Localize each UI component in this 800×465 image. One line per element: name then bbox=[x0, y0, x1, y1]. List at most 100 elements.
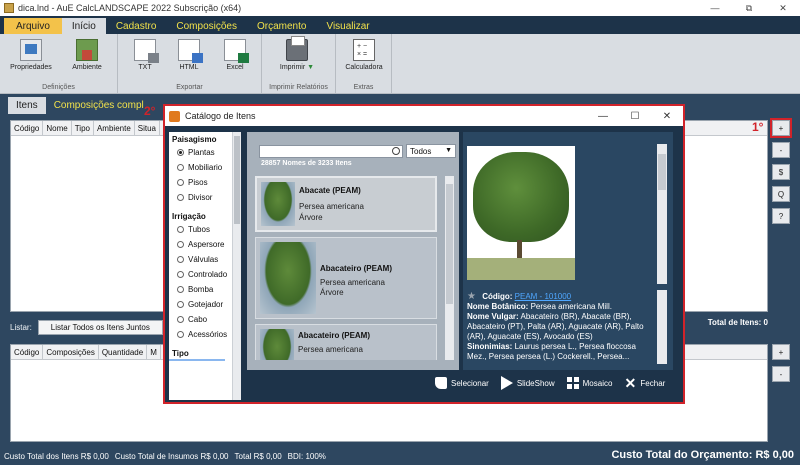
minimize-button[interactable]: — bbox=[698, 0, 732, 16]
radio-cabo[interactable]: Cabo bbox=[169, 312, 241, 327]
html-button[interactable]: HTML bbox=[166, 39, 212, 71]
chevron-down-icon: ▼ bbox=[445, 147, 452, 154]
tab-visualizar[interactable]: Visualizar bbox=[316, 18, 379, 34]
tab-composicoes[interactable]: Composições bbox=[166, 18, 247, 34]
radio-divisor[interactable]: Divisor bbox=[169, 190, 241, 205]
item-list-scrollbar[interactable] bbox=[445, 176, 454, 360]
add-item-button[interactable]: + bbox=[770, 118, 792, 138]
plant-thumbnail bbox=[260, 329, 294, 360]
plant-thumbnail bbox=[260, 242, 316, 314]
radio-icon bbox=[177, 164, 184, 171]
radio-icon bbox=[177, 271, 184, 278]
fechar-button[interactable]: ✕ Fechar bbox=[624, 376, 666, 390]
col-codigo[interactable]: Código bbox=[11, 345, 44, 359]
radio-acessorios[interactable]: Acessórios bbox=[169, 327, 241, 342]
add-composition-button[interactable]: + bbox=[772, 344, 790, 360]
category-scrollbar[interactable] bbox=[232, 132, 241, 400]
favorite-star-icon[interactable]: ★ bbox=[467, 292, 476, 302]
txt-button[interactable]: TXT bbox=[122, 39, 168, 71]
radio-gotejador[interactable]: Gotejador bbox=[169, 297, 241, 312]
list-item[interactable]: Abacate (PEAM) Persea americana Árvore bbox=[255, 176, 437, 232]
group-label: Exportar bbox=[176, 84, 203, 91]
imprimir-button[interactable]: Imprimir ▼ bbox=[274, 36, 320, 71]
close-button[interactable]: ✕ bbox=[766, 0, 800, 16]
category-panel: Paisagismo Plantas Mobiliario Pisos Divi… bbox=[169, 132, 241, 400]
photo-grass bbox=[467, 258, 575, 280]
mosaico-button[interactable]: Mosaico bbox=[566, 377, 612, 389]
radio-aspersores[interactable]: Aspersore bbox=[169, 237, 241, 252]
col-quantidade[interactable]: Quantidade bbox=[99, 345, 148, 359]
radio-valvulas[interactable]: Válvulas bbox=[169, 252, 241, 267]
scrollbar-thumb[interactable] bbox=[446, 184, 453, 304]
tab-arquivo[interactable]: Arquivo bbox=[4, 18, 62, 34]
annotation-step-2: 2° bbox=[144, 104, 156, 118]
item-list-panel: Todos ▼ 28857 Nomes de 3233 Itens Abacat… bbox=[247, 132, 459, 370]
status-inputs-total: Custo Total de Insumos R$ 0,00 bbox=[114, 451, 229, 461]
detail-scrollbar[interactable] bbox=[657, 290, 667, 364]
radio-icon bbox=[177, 179, 184, 186]
catalog-dialog: Catálogo de Itens — ☐ ✕ Paisagismo Plant… bbox=[163, 104, 685, 404]
help-button[interactable]: ? bbox=[772, 208, 790, 224]
radio-controlador[interactable]: Controlado bbox=[169, 267, 241, 282]
list-item[interactable]: Abacateiro (PEAM) Persea americana Árvor… bbox=[255, 237, 437, 319]
radio-bomba[interactable]: Bomba bbox=[169, 282, 241, 297]
tab-inicio[interactable]: Início bbox=[61, 18, 106, 34]
scrollbar-thumb[interactable] bbox=[234, 136, 240, 224]
selecionar-button[interactable]: Selecionar bbox=[435, 377, 489, 389]
radio-selected-icon bbox=[177, 149, 184, 156]
scrollbar-thumb[interactable] bbox=[658, 154, 666, 190]
codigo-link[interactable]: PEAM - 101000 bbox=[515, 292, 571, 301]
listar-todos-button[interactable]: Listar Todos os Itens Juntos bbox=[37, 319, 163, 335]
quantity-button[interactable]: Q bbox=[772, 186, 790, 202]
category-header-tipo: Tipo bbox=[169, 346, 225, 361]
search-input[interactable] bbox=[259, 144, 403, 158]
dropdown-arrow-icon[interactable]: ▼ bbox=[307, 64, 314, 71]
category-header-irrigacao: Irrigação bbox=[172, 212, 206, 221]
col-ambiente[interactable]: Ambiente bbox=[94, 121, 135, 135]
col-composicoes[interactable]: Composições bbox=[43, 345, 99, 359]
dialog-title: Catálogo de Itens bbox=[185, 111, 256, 121]
tab-itens[interactable]: Itens bbox=[8, 97, 46, 114]
html-file-icon bbox=[178, 39, 203, 63]
radio-pisos[interactable]: Pisos bbox=[169, 175, 241, 190]
tab-cadastro[interactable]: Cadastro bbox=[106, 18, 167, 34]
radio-tubos[interactable]: Tubos bbox=[169, 222, 241, 237]
restore-button[interactable]: ⧉ bbox=[732, 0, 766, 16]
price-button[interactable]: $ bbox=[772, 164, 790, 180]
tab-composicoes-completas[interactable]: Composições compl bbox=[46, 97, 152, 114]
plant-photo bbox=[467, 146, 575, 280]
side-buttons-top: + - $ Q ? bbox=[770, 118, 792, 230]
calculadora-button[interactable]: Calculadora bbox=[341, 39, 387, 71]
tab-orcamento[interactable]: Orçamento bbox=[247, 18, 316, 34]
item-count: 28857 Nomes de 3233 Itens bbox=[261, 160, 352, 167]
photo-scrollbar[interactable] bbox=[657, 144, 667, 284]
col-codigo[interactable]: Código bbox=[11, 121, 44, 135]
dialog-maximize-button[interactable]: ☐ bbox=[619, 108, 651, 124]
ambiente-button[interactable]: Ambiente bbox=[64, 39, 110, 71]
dialog-minimize-button[interactable]: — bbox=[587, 108, 619, 124]
printer-icon bbox=[286, 36, 308, 61]
annotation-step-1: 1° bbox=[752, 120, 764, 134]
group-definicoes: Propriedades Ambiente Definições bbox=[0, 34, 118, 94]
item-list[interactable]: Abacate (PEAM) Persea americana Árvore A… bbox=[255, 176, 439, 360]
col-situacao[interactable]: Situa bbox=[135, 121, 160, 135]
col-nome[interactable]: Nome bbox=[43, 121, 72, 135]
detail-codigo-line: ★ Código: PEAM - 101000 bbox=[467, 292, 572, 302]
remove-item-button[interactable]: - bbox=[772, 142, 790, 158]
radio-icon bbox=[177, 331, 184, 338]
dialog-close-button[interactable]: ✕ bbox=[651, 108, 683, 124]
total-items: Total de Itens: 0 bbox=[707, 318, 768, 327]
col-m[interactable]: M bbox=[147, 345, 161, 359]
filter-select[interactable]: Todos ▼ bbox=[406, 144, 456, 158]
radio-mobiliario[interactable]: Mobiliario bbox=[169, 160, 241, 175]
remove-composition-button[interactable]: - bbox=[772, 366, 790, 382]
col-tipo[interactable]: Tipo bbox=[72, 121, 94, 135]
slideshow-button[interactable]: SlideShow bbox=[500, 376, 555, 390]
excel-button[interactable]: Excel bbox=[212, 39, 258, 71]
radio-plantas[interactable]: Plantas bbox=[169, 145, 241, 160]
status-items-total: Custo Total dos Itens R$ 0,00 bbox=[4, 451, 109, 461]
propriedades-button[interactable]: Propriedades bbox=[8, 39, 54, 71]
properties-icon bbox=[20, 39, 42, 61]
search-icon[interactable] bbox=[392, 146, 400, 155]
list-item[interactable]: Abacateiro (PEAM) Persea americana bbox=[255, 324, 437, 360]
